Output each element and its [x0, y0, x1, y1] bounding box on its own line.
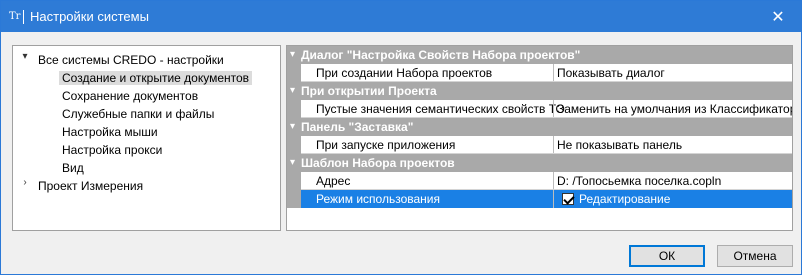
edit-mode-checkbox[interactable] — [562, 193, 574, 205]
group-header-project-set-template[interactable]: ▾ Шаблон Набора проектов — [287, 154, 792, 172]
tree-item-all-systems[interactable]: Все системы CREDO - настройки — [35, 51, 227, 69]
cancel-button[interactable]: Отмена — [717, 245, 793, 267]
tree-item-proxy-settings[interactable]: Настройка прокси — [59, 141, 165, 159]
app-icon: Tr — [9, 9, 24, 24]
property-row[interactable]: При запуске приложения Не показывать пан… — [287, 136, 792, 154]
property-row[interactable]: Адрес D: /Топосьемка поселка.copln — [287, 172, 792, 190]
chevron-down-icon[interactable]: ▾ — [19, 51, 31, 69]
property-row-selected[interactable]: Режим использования Редактирование — [287, 190, 792, 208]
group-header-splash-panel[interactable]: ▾ Панель "Заставка" — [287, 118, 792, 136]
property-value: Редактирование — [579, 192, 671, 206]
property-name: Режим использования — [316, 192, 440, 206]
property-value[interactable]: Показывать диалог — [557, 64, 665, 82]
settings-tree[interactable]: ▾ Все системы CREDO - настройки Создание… — [12, 45, 281, 231]
group-header-project-open[interactable]: ▾ При открытии Проекта — [287, 82, 792, 100]
property-name: Адрес — [316, 174, 351, 188]
tree-item-mouse-settings[interactable]: Настройка мыши — [59, 123, 161, 141]
close-button[interactable]: ✕ — [755, 1, 801, 32]
tree-item-create-open-docs[interactable]: Создание и открытие документов — [59, 69, 253, 87]
settings-dialog: Tr Настройки системы ✕ ▾ Все системы CRE… — [0, 0, 802, 275]
tree-item-save-docs[interactable]: Сохранение документов — [59, 87, 201, 105]
close-icon: ✕ — [771, 8, 785, 26]
property-row[interactable]: Пустые значения семантических свойств ТО… — [287, 100, 792, 118]
property-name: Пустые значения семантических свойств ТО — [316, 102, 565, 116]
property-value[interactable]: D: /Топосьемка поселка.copln — [557, 172, 721, 190]
tree-item-measurement-project[interactable]: Проект Измерения — [35, 177, 146, 195]
property-row[interactable]: При создании Набора проектов Показывать … — [287, 64, 792, 82]
group-header-project-set-dialog[interactable]: ▾ Диалог "Настройка Свойств Набора проек… — [287, 46, 792, 64]
property-name: При запуске приложения — [316, 138, 456, 152]
tree-item-service-folders[interactable]: Служебные папки и файлы — [59, 105, 217, 123]
window-title: Настройки системы — [30, 9, 149, 24]
title-bar: Tr Настройки системы ✕ — [1, 1, 801, 32]
property-value[interactable]: Не показывать панель — [557, 136, 682, 154]
property-value[interactable]: Заменить на умолчания из Классификатора — [557, 100, 792, 118]
ok-button[interactable]: ОК — [629, 245, 705, 267]
property-name: При создании Набора проектов — [316, 66, 493, 80]
property-grid[interactable]: ▾ Диалог "Настройка Свойств Набора проек… — [286, 45, 793, 231]
tree-item-view[interactable]: Вид — [59, 159, 87, 177]
chevron-right-icon[interactable]: › — [19, 177, 31, 195]
